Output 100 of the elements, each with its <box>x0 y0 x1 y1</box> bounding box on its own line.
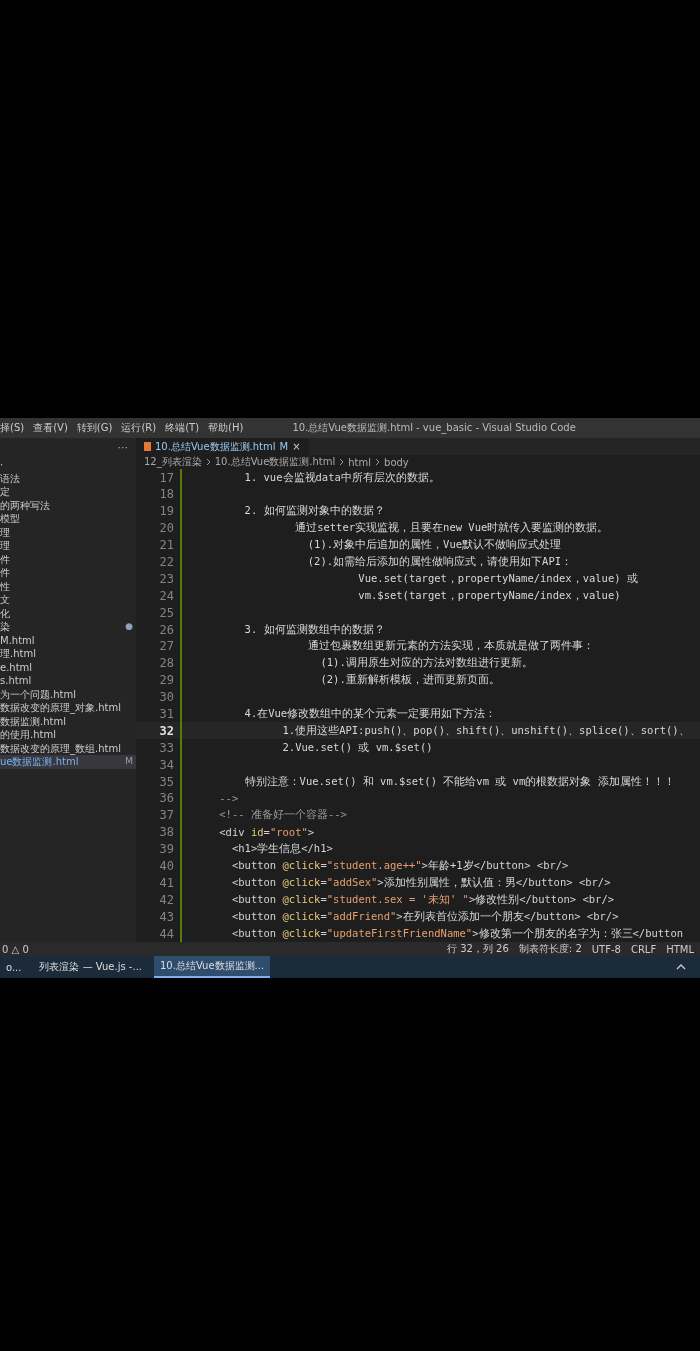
code-line: Vue.set(target，propertyName/index，value) 或 <box>357 571 638 586</box>
file-tree-item[interactable]: M.html <box>0 633 136 647</box>
status-item[interactable]: CRLF <box>630 943 657 955</box>
status-item[interactable]: UTF-8 <box>591 943 621 955</box>
line-number: 32 <box>158 723 174 738</box>
breadcrumb-item[interactable]: html <box>348 456 372 468</box>
line-number: 24 <box>158 588 174 603</box>
file-tree-item[interactable]: 定 <box>0 485 136 499</box>
code-line: vm.$set(target，propertyName/index，value) <box>357 588 621 603</box>
file-tree-item[interactable]: s.html <box>0 674 136 688</box>
file-tree-item[interactable]: 的使用.html <box>0 728 136 742</box>
file-tree-item[interactable]: 性 <box>0 579 136 593</box>
code-line: 通过setter实现监视，且要在new Vue时就传入要监测的数据。 <box>294 521 609 536</box>
code-line: <div id="root"> <box>218 826 315 839</box>
line-number: 44 <box>158 926 174 941</box>
menu-item[interactable]: 择(S) <box>0 421 25 435</box>
taskbar-item[interactable]: 10.总结Vue数据监测... <box>154 956 271 978</box>
file-tree-item[interactable]: 染 ● <box>0 620 136 634</box>
breadcrumb-item[interactable]: body <box>384 456 409 468</box>
breadcrumb-item[interactable]: 10.总结Vue数据监测.html <box>214 455 336 470</box>
line-number: 30 <box>158 690 174 705</box>
code-line: 通过包裹数组更新元素的方法实现，本质就是做了两件事： <box>306 639 594 654</box>
code-line: 2. 如何监测对象中的数据？ <box>243 504 385 519</box>
line-number: 33 <box>158 740 174 755</box>
code-line: --> <box>218 792 239 805</box>
file-tree-item[interactable]: 理 <box>0 525 136 539</box>
file-tree-item[interactable]: ue数据监测.html M <box>0 755 136 769</box>
line-number: 20 <box>158 521 174 536</box>
file-tree-item[interactable]: 数据改变的原理_对象.html <box>0 701 136 715</box>
code-line: (2).重新解析模板，进而更新页面。 <box>319 673 500 688</box>
line-number: 35 <box>158 774 174 789</box>
code-line: (1).对象中后追加的属性，Vue默认不做响应式处理 <box>306 538 562 553</box>
caret-icon[interactable] <box>676 963 686 971</box>
file-tree-item[interactable]: 件 <box>0 552 136 566</box>
menu-item[interactable]: 终端(T) <box>165 421 200 435</box>
code-line: 特别注意：Vue.set() 和 vm.$set() 不能给vm 或 vm的根数据对象 添加属性！！！ <box>243 774 675 789</box>
menu-item[interactable]: 帮助(H) <box>208 421 244 435</box>
window-title: 10.总结Vue数据监测.html - vue_basic - Visual Studio Code <box>292 421 576 435</box>
menu-item[interactable]: 查看(V) <box>33 421 68 435</box>
line-number: 36 <box>158 791 174 806</box>
more-icon[interactable]: ··· <box>117 441 128 455</box>
line-number: 37 <box>158 808 174 823</box>
code-line: (1).调用原生对应的方法对数组进行更新。 <box>319 656 533 671</box>
file-tree-item[interactable]: 件 <box>0 566 136 580</box>
taskbar-item[interactable]: o... <box>0 958 28 976</box>
chevron-icon <box>339 458 345 467</box>
taskbar-item[interactable]: 列表渲染 — Vue.js -... <box>33 957 148 977</box>
code-line: <button @click="student.age++">年龄+1岁</button> <br/> <box>230 859 569 873</box>
breadcrumb-item[interactable]: 12_列表渲染 <box>144 455 202 470</box>
file-tree-item[interactable]: 为一个问题.html <box>0 687 136 701</box>
line-number: 18 <box>158 487 174 502</box>
line-number: 38 <box>158 825 174 840</box>
line-number: 41 <box>158 875 174 890</box>
file-tree-item[interactable]: · <box>0 458 136 472</box>
file-tree-item[interactable]: 理.html <box>0 647 136 661</box>
file-tree-item[interactable]: 模型 <box>0 512 136 526</box>
status-item[interactable]: 制表符长度: 2 <box>518 942 582 956</box>
line-number: 28 <box>158 656 174 671</box>
code-line: 2.Vue.set() 或 vm.$set() <box>281 740 433 755</box>
file-tree-item[interactable]: e.html <box>0 660 136 674</box>
line-number: 23 <box>158 571 174 586</box>
menu-item[interactable]: 运行(R) <box>121 421 157 435</box>
chevron-icon <box>375 458 381 467</box>
line-number: 29 <box>158 673 174 688</box>
code-line: (2).如需给后添加的属性做响应式，请使用如下API： <box>306 554 573 569</box>
line-number: 31 <box>158 706 174 721</box>
code-line: <h1>学生信息</h1> <box>230 842 333 857</box>
file-tree-item[interactable]: 的两种写法 <box>0 498 136 512</box>
code-line: <!-- 准备好一个容器--> <box>218 808 347 823</box>
file-tree-item[interactable]: 语法 <box>0 471 136 485</box>
line-number: 19 <box>158 504 174 519</box>
chevron-icon <box>205 458 211 467</box>
menu-item[interactable]: 转到(G) <box>76 421 113 435</box>
line-number: 26 <box>158 622 174 637</box>
line-number: 42 <box>158 892 174 907</box>
code-line: <button @click="addSex">添加性别属性，默认值：男</button> <br/> <box>230 875 611 890</box>
line-number: 34 <box>158 757 174 772</box>
file-tree-item[interactable]: 文 <box>0 593 136 607</box>
file-tree-item[interactable]: 理 <box>0 539 136 553</box>
code-line: <button @click="updateFirstFriendName">修改第一个朋友的名字为：张三</button <box>230 926 684 941</box>
file-tree-item[interactable]: 数据监测.html <box>0 714 136 728</box>
status-item[interactable]: HTML <box>666 943 694 955</box>
problems-indicator[interactable]: 0 △ 0 <box>2 943 29 955</box>
code-line: 3. 如何监测数组中的数据？ <box>243 622 385 637</box>
status-item[interactable]: 行 32，列 26 <box>447 942 509 956</box>
line-number: 22 <box>158 554 174 569</box>
editor-tab[interactable]: 10.总结Vue数据监测.html M × <box>136 438 309 456</box>
code-line: 1. vue会监视data中所有层次的数据。 <box>243 470 440 485</box>
code-line: 1.使用这些API:push()、pop()、shift()、unshift()、splice()、sort()、 <box>281 723 690 738</box>
line-number: 27 <box>158 639 174 654</box>
line-number: 43 <box>158 909 174 924</box>
file-tree-item[interactable]: 化 <box>0 606 136 620</box>
code-line: 4.在Vue修改数组中的某个元素一定要用如下方法： <box>243 706 497 721</box>
line-number: 39 <box>158 842 174 857</box>
code-line: <button @click="student.sex = '未知' ">修改性别</button> <br/> <box>230 892 615 907</box>
line-number: 40 <box>158 859 174 873</box>
file-tree-item[interactable]: 数据改变的原理_数组.html <box>0 741 136 755</box>
line-number: 21 <box>158 538 174 553</box>
code-line: <button @click="addFriend">在列表首位添加一个朋友</button> <br/> <box>230 909 619 924</box>
line-number: 25 <box>158 605 174 620</box>
